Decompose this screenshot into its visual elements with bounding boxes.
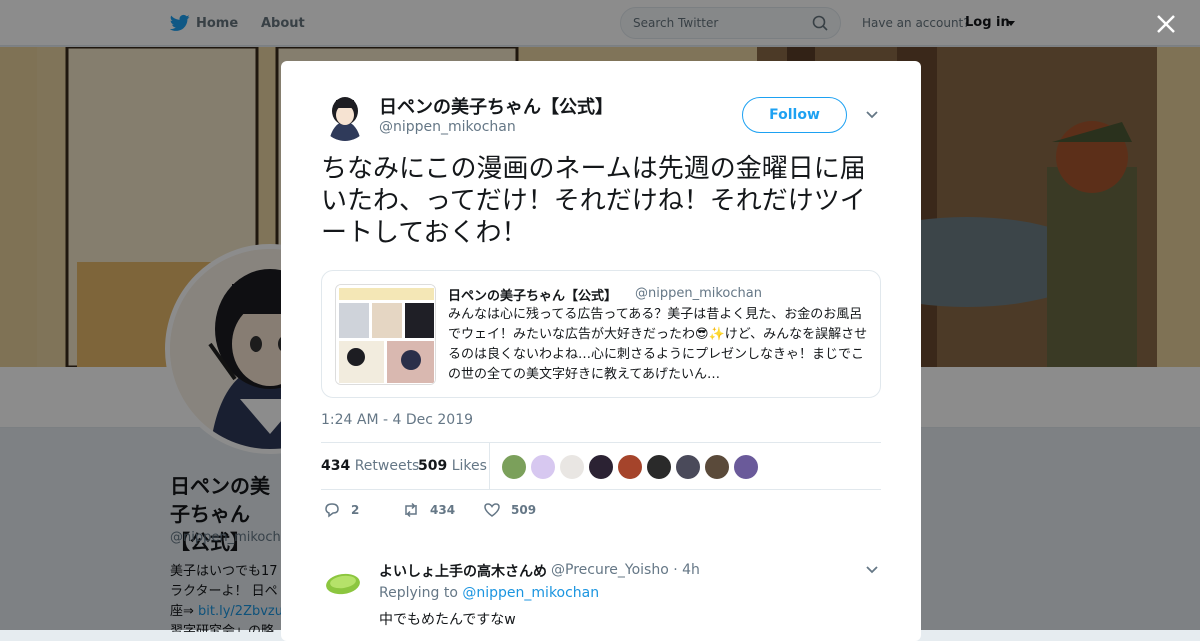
reply-text: 中でもめたんですなw [379, 612, 516, 628]
chevron-down-icon[interactable] [864, 109, 880, 121]
retweets-label: Retweets [354, 458, 420, 474]
liker-avatar[interactable] [559, 454, 585, 480]
replying-to: Replying to @nippen_mikochan [379, 585, 599, 601]
liker-avatar[interactable] [617, 454, 643, 480]
liker-avatar[interactable] [530, 454, 556, 480]
retweets-stat[interactable]: 434 Retweets [321, 458, 419, 474]
reply-icon [325, 503, 339, 518]
tweet-text: ちなみにこの漫画のネームは先週の金曜日に届いたわ、ってだけ！それだけね！それだけ… [321, 154, 866, 248]
retweets-count: 434 [321, 458, 351, 474]
manga-thumbnail [336, 285, 435, 384]
reply-author-avatar[interactable] [325, 565, 361, 601]
tweet-author-name[interactable]: 日ペンの美子ちゃん【公式】 [379, 93, 613, 119]
follow-button[interactable]: Follow [742, 97, 847, 133]
reply-count: 2 [351, 503, 360, 517]
liker-avatar[interactable] [646, 454, 672, 480]
retweet-button[interactable]: 434 [402, 501, 455, 519]
quoted-tweet-image [335, 284, 436, 385]
reply-author-handle[interactable]: @Precure_Yoisho · 4h [551, 562, 700, 578]
likes-count: 509 [418, 458, 448, 474]
chevron-down-icon[interactable] [864, 564, 880, 576]
replying-to-link[interactable]: @nippen_mikochan [462, 585, 599, 601]
quoted-author-name: 日ペンの美子ちゃん【公式】 [448, 289, 618, 304]
tweet-modal: 日ペンの美子ちゃん【公式】 @nippen_mikochan Follow ちな… [281, 61, 921, 641]
retweet-icon [405, 502, 417, 518]
replying-prefix: Replying to [379, 585, 463, 601]
likes-label: Likes [451, 458, 487, 474]
like-button[interactable]: 509 [483, 501, 536, 519]
liker-avatar[interactable] [501, 454, 527, 480]
author-avatar-image [321, 93, 369, 141]
tweet-stats: 434 Retweets 509 Likes [321, 442, 881, 490]
retweet-count: 434 [430, 503, 456, 517]
tweet-timestamp[interactable]: 1:24 AM - 4 Dec 2019 [321, 412, 473, 428]
quoted-author-handle: @nippen_mikochan [635, 286, 762, 301]
likes-stat[interactable]: 509 Likes [418, 458, 487, 474]
reply-author-name[interactable]: よいしょ上手の高木さんめ [379, 561, 547, 581]
reply-button[interactable]: 2 [323, 501, 359, 519]
liker-avatar[interactable] [733, 454, 759, 480]
quoted-tweet-text: みんなは心に残ってる広告ってある？美子は昔よく見た、お金のお風呂でウェイ！みたい… [448, 307, 868, 382]
tweet-author-handle[interactable]: @nippen_mikochan [379, 119, 516, 135]
liker-avatar[interactable] [588, 454, 614, 480]
tweet-actions: 2 434 509 [321, 501, 881, 523]
like-count: 509 [511, 503, 537, 517]
heart-icon [484, 503, 500, 517]
close-icon[interactable] [1155, 13, 1177, 35]
liker-avatar[interactable] [675, 454, 701, 480]
quoted-tweet[interactable]: 日ペンの美子ちゃん【公式】 @nippen_mikochan みんなは心に残って… [321, 270, 881, 398]
stats-divider [489, 443, 490, 489]
tweet-author-avatar[interactable] [321, 93, 369, 141]
liker-avatar[interactable] [704, 454, 730, 480]
